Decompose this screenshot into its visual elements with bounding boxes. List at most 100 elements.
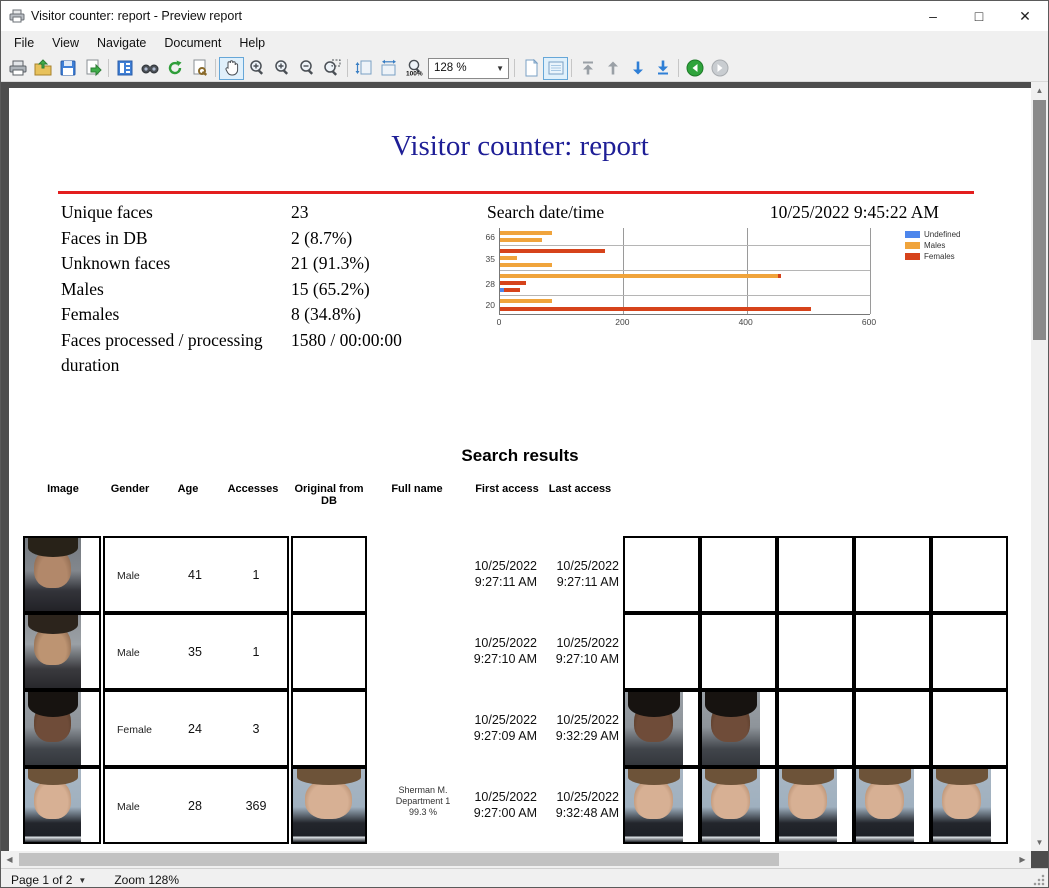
single-page-icon[interactable] [518,57,543,80]
stat-row: Unknown faces 21 (91.3%) [61,253,370,273]
access-image-cell [777,767,854,844]
zoom-100-icon[interactable]: 100% [401,57,426,80]
maximize-button[interactable]: □ [956,1,1002,31]
outline-view-icon[interactable] [112,57,137,80]
original-from-db-cell [291,690,367,767]
page-width-icon[interactable] [543,56,568,80]
print-icon[interactable] [5,57,30,80]
table-row: Female 24 3 10/25/2022 9:27:09 AM 10/25/2022 9… [23,690,1008,767]
original-from-db-cell [291,767,367,844]
preview-area: Visitor counter: report Unique faces 23 Fa… [1,82,1048,868]
minimize-button[interactable]: – [910,1,956,31]
access-image-cell [623,536,700,613]
access-image-cell [700,613,777,690]
next-page-icon[interactable] [625,57,650,80]
search-datetime-label: Search date/time [487,202,605,222]
access-image-cell [623,613,700,690]
legend-item: Undefined [905,230,960,239]
access-image-cell [854,767,931,844]
zoom-in-icon[interactable] [269,57,294,80]
access-image-cell [777,690,854,767]
page-setup-icon[interactable] [187,57,212,80]
save-icon[interactable] [55,57,80,80]
info-cell: Male 35 1 [103,613,289,690]
title-bar: Visitor counter: report - Preview report… [1,1,1048,31]
access-image-cell [931,690,1008,767]
legend-item: Males [905,241,960,250]
column-header: Original from DB [294,483,364,507]
toolbar-separator [347,59,348,77]
toolbar-separator [514,59,515,77]
fit-height-icon[interactable] [351,57,376,80]
chevron-down-icon: ▼ [496,63,504,73]
access-image-cell [700,536,777,613]
refresh-icon[interactable] [162,57,187,80]
age-access-chart: 66 35 28 20 0 200 400 600 [477,228,877,327]
access-image-cell [700,767,777,844]
toolbar-separator [571,59,572,77]
menu-help[interactable]: Help [230,32,274,54]
first-page-icon[interactable] [575,57,600,80]
scroll-right-icon[interactable]: ▶ [1014,851,1031,868]
access-image-cell [931,536,1008,613]
fit-width-icon[interactable] [376,57,401,80]
back-icon[interactable] [682,57,707,80]
toolbar-separator [108,59,109,77]
name-access-cell: Sherman M. Department 1 99.3 % 10/25/2022 9:… [369,767,621,844]
access-image-cell [777,613,854,690]
toolbar-separator [678,59,679,77]
menu-bar: File View Navigate Document Help [1,31,1048,55]
legend-item: Females [905,252,960,261]
vertical-scrollbar[interactable]: ▲ ▼ [1031,82,1048,851]
scroll-left-icon[interactable]: ◀ [1,851,18,868]
access-image-cell [623,767,700,844]
menu-view[interactable]: View [43,32,88,54]
horizontal-scroll-thumb[interactable] [19,853,779,866]
stat-row: Unique faces 23 [61,202,309,222]
page-selector[interactable]: Page 1 of 2 ▼ [1,873,86,887]
chevron-down-icon: ▼ [78,875,87,885]
access-image-cell [854,613,931,690]
zoom-out-icon[interactable] [294,57,319,80]
chart-legend: Undefined Males Females [905,230,960,263]
zoom-dynamic-icon[interactable] [244,57,269,80]
search-datetime-value: 10/25/2022 9:45:22 AM [769,202,939,222]
last-page-icon[interactable] [650,57,675,80]
face-image [23,613,101,690]
report-divider [58,191,974,194]
chart-plot [499,228,871,315]
horizontal-scrollbar[interactable]: ◀ ▶ [1,851,1031,868]
status-bar: Page 1 of 2 ▼ Zoom 128% [1,868,1048,887]
zoom-region-icon[interactable] [319,57,344,80]
window-title: Visitor counter: report - Preview report [31,9,242,23]
menu-document[interactable]: Document [155,32,230,54]
resize-grip-icon[interactable] [1032,873,1046,887]
face-image [23,767,101,844]
access-image-cell [931,767,1008,844]
open-icon[interactable] [30,57,55,80]
column-header: Full name [391,483,443,495]
vertical-scroll-thumb[interactable] [1033,100,1046,340]
export-icon[interactable] [80,57,105,80]
previous-page-icon[interactable] [600,57,625,80]
app-window: Visitor counter: report - Preview report… [0,0,1049,888]
scroll-down-icon[interactable]: ▼ [1031,834,1048,851]
find-icon[interactable] [137,57,162,80]
chart-xlabels: 0 200 400 600 [496,317,877,327]
name-access-cell: 10/25/2022 9:27:09 AM 10/25/2022 9:32:29 AM [369,690,621,767]
scroll-up-icon[interactable]: ▲ [1031,82,1048,99]
forward-icon[interactable] [707,57,732,80]
access-image-cell [931,613,1008,690]
access-image-cell [777,536,854,613]
zoom-level-combobox[interactable]: 128 % ▼ [428,57,509,79]
menu-file[interactable]: File [5,32,43,54]
column-header: Accesses [227,483,279,495]
column-header: Last access [548,483,612,495]
hand-tool-icon[interactable] [219,56,244,80]
report-page: Visitor counter: report Unique faces 23 Fa… [9,88,1031,868]
svg-text:100%: 100% [406,71,423,78]
close-button[interactable]: ✕ [1002,1,1048,31]
column-header: Age [177,483,199,495]
toolbar-separator [215,59,216,77]
menu-navigate[interactable]: Navigate [88,32,155,54]
